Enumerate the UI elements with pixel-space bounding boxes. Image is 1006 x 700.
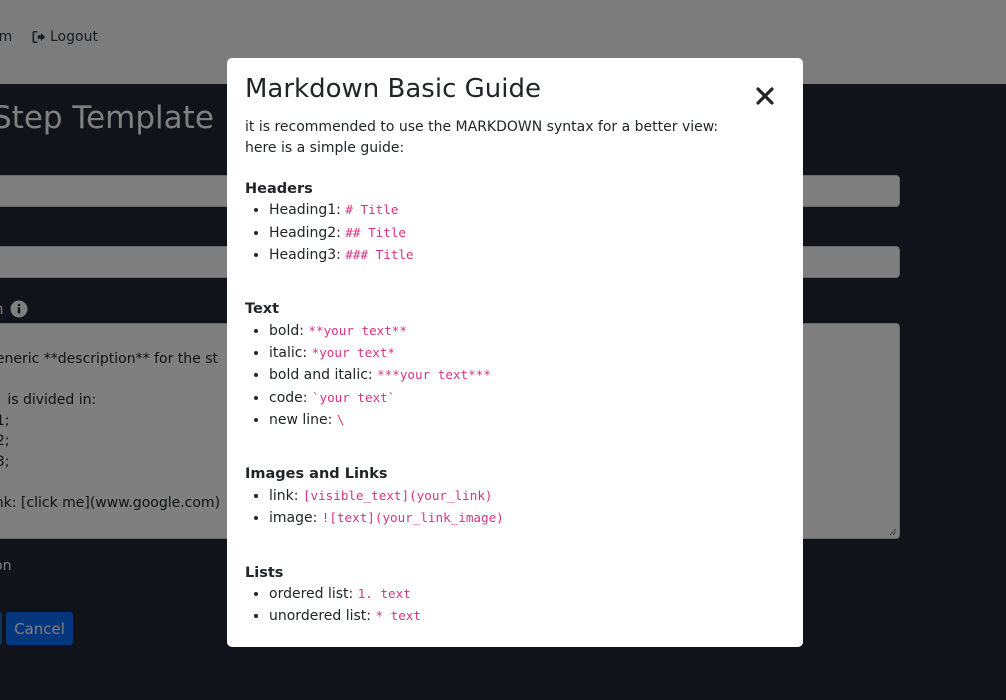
headers-list: Heading1: # Title Heading2: ## Title Hea… xyxy=(245,199,785,266)
code-snippet: *your text* xyxy=(311,345,396,361)
code-snippet: ***your text*** xyxy=(377,367,491,383)
list-item: bold: **your text** xyxy=(269,320,785,342)
list-item: link: [visible_text](your_link) xyxy=(269,485,785,507)
code-snippet: ### Title xyxy=(345,246,414,262)
item-label: code: xyxy=(269,389,308,406)
code-snippet: # Title xyxy=(345,202,399,218)
list-item: bold and italic: ***your text*** xyxy=(269,364,785,386)
intro-line: here is a simple guide: xyxy=(245,139,405,156)
code-snippet: `your text` xyxy=(311,389,396,405)
item-label: image: xyxy=(269,510,318,527)
list-item: code: `your text` xyxy=(269,387,785,409)
close-button[interactable] xyxy=(755,86,775,106)
item-label: link: xyxy=(269,487,299,504)
item-label: Heading3: xyxy=(269,246,341,263)
code-snippet: ## Title xyxy=(345,224,407,240)
item-label: Heading2: xyxy=(269,224,341,241)
close-x-icon xyxy=(756,87,774,105)
item-label: bold: xyxy=(269,322,304,339)
item-label: bold and italic: xyxy=(269,367,373,384)
code-snippet: 1. text xyxy=(357,586,411,602)
list-item: Heading1: # Title xyxy=(269,199,785,221)
list-item: Heading3: ### Title xyxy=(269,244,785,266)
list-item: new line: \ xyxy=(269,409,785,431)
section-title-images-links: Images and Links xyxy=(245,466,388,483)
modal-title: Markdown Basic Guide xyxy=(245,74,541,104)
intro-line: it is recommended to use the MARKDOWN sy… xyxy=(245,119,719,135)
section-title-headers: Headers xyxy=(245,180,313,197)
section-title-lists: Lists xyxy=(245,564,284,581)
code-snippet: [visible_text](your_link) xyxy=(302,487,493,503)
code-snippet: **your text** xyxy=(308,322,407,338)
code-snippet: ![text](your_link_image) xyxy=(321,510,504,526)
item-label: italic: xyxy=(269,345,308,362)
modal-body: it is recommended to use the MARKDOWN sy… xyxy=(245,117,785,628)
item-label: unordered list: xyxy=(269,608,371,625)
section-title-text: Text xyxy=(245,301,280,318)
markdown-guide-modal: Markdown Basic Guide it is recommended t… xyxy=(227,58,803,647)
item-label: new line: xyxy=(269,412,333,429)
list-item: italic: *your text* xyxy=(269,342,785,364)
images-links-list: link: [visible_text](your_link) image: !… xyxy=(245,485,785,530)
list-item: image: ![text](your_link_image) xyxy=(269,507,785,529)
code-snippet: \ xyxy=(336,412,345,428)
list-item: ordered list: 1. text xyxy=(269,583,785,605)
lists-list: ordered list: 1. text unordered list: * … xyxy=(245,583,785,628)
list-item: unordered list: * text xyxy=(269,605,785,627)
item-label: Heading1: xyxy=(269,202,341,219)
list-item: Heading2: ## Title xyxy=(269,222,785,244)
item-label: ordered list: xyxy=(269,586,354,603)
code-snippet: * text xyxy=(375,608,421,624)
text-list: bold: **your text** italic: *your text* … xyxy=(245,320,785,431)
